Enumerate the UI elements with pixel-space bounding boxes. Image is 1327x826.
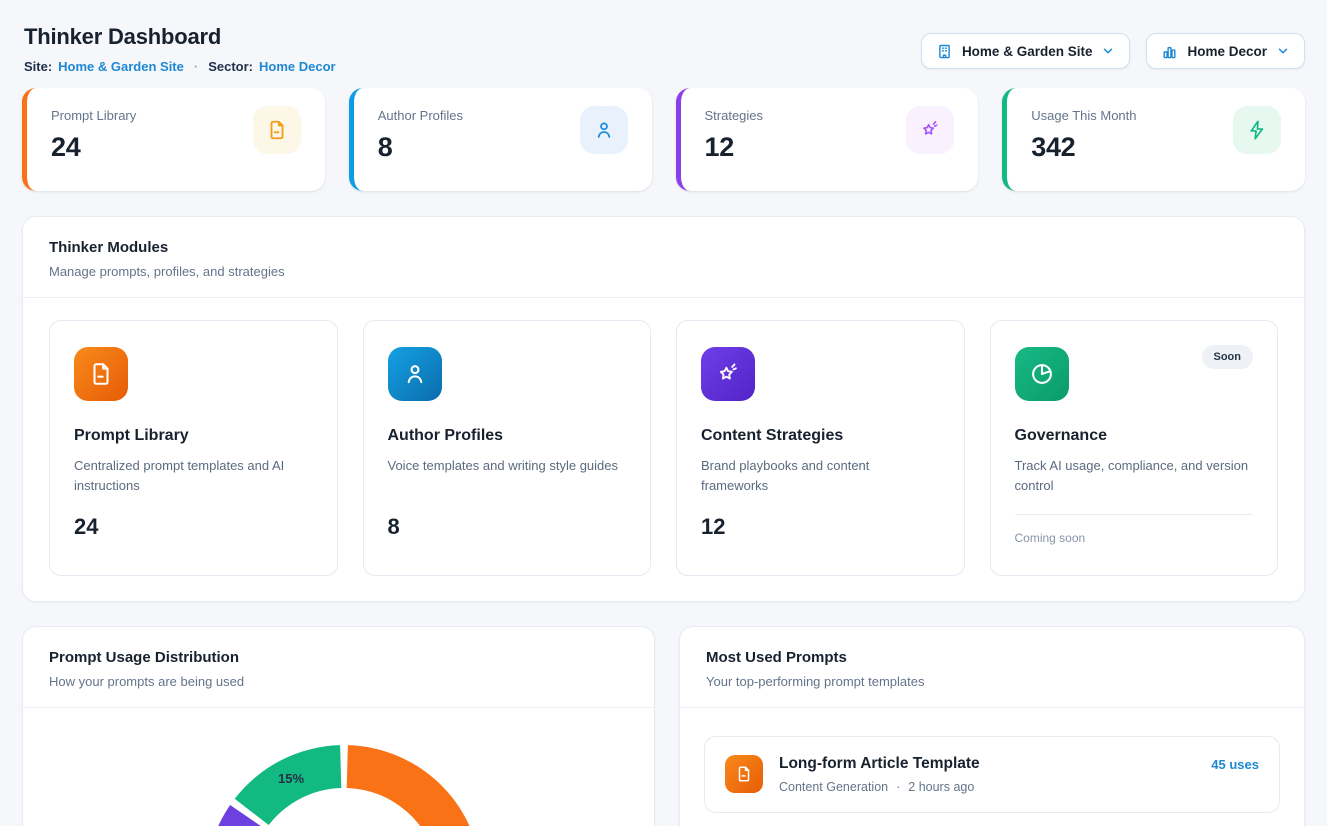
module-card-prompt-library[interactable]: Prompt Library Centralized prompt templa… bbox=[49, 320, 338, 576]
donut-chart: 45%25%15%15% bbox=[23, 730, 655, 826]
user-icon bbox=[388, 347, 442, 401]
module-description: Track AI usage, compliance, and version … bbox=[1015, 456, 1254, 496]
bar-chart-icon bbox=[1161, 43, 1178, 60]
stat-card-usage: Usage This Month 342 bbox=[1002, 88, 1305, 191]
bolt-icon bbox=[1233, 106, 1281, 154]
coming-soon-text: Coming soon bbox=[1015, 531, 1254, 545]
divider bbox=[1015, 514, 1254, 515]
site-selector-dropdown[interactable]: Home & Garden Site bbox=[921, 33, 1131, 69]
soon-badge: Soon bbox=[1202, 345, 1254, 369]
stat-label: Usage This Month bbox=[1031, 108, 1136, 123]
module-card-content-strategies[interactable]: Content Strategies Brand playbooks and c… bbox=[676, 320, 965, 576]
stats-row: Prompt Library 24 Author Profiles 8 Stra… bbox=[22, 88, 1305, 191]
star-sparkle-icon bbox=[701, 347, 755, 401]
module-count: 24 bbox=[74, 514, 313, 540]
stat-label: Prompt Library bbox=[51, 108, 136, 123]
stat-label: Author Profiles bbox=[378, 108, 463, 123]
prompt-usage-panel: Prompt Usage Distribution How your promp… bbox=[22, 626, 655, 826]
module-card-author-profiles[interactable]: Author Profiles Voice templates and writ… bbox=[363, 320, 652, 576]
page-title: Thinker Dashboard bbox=[24, 24, 336, 50]
thinker-modules-panel: Thinker Modules Manage prompts, profiles… bbox=[22, 216, 1305, 602]
title-block: Thinker Dashboard Site: Home & Garden Si… bbox=[22, 24, 336, 74]
user-icon bbox=[580, 106, 628, 154]
prompts-title: Most Used Prompts bbox=[706, 649, 1278, 666]
stat-value: 8 bbox=[378, 132, 463, 163]
chart-area: 45%25%15%15% bbox=[23, 708, 654, 826]
stat-card-author-profiles: Author Profiles 8 bbox=[349, 88, 652, 191]
prompts-subtitle: Your top-performing prompt templates bbox=[706, 674, 1278, 689]
uses-badge: 45 uses bbox=[1211, 757, 1259, 772]
chevron-down-icon bbox=[1101, 44, 1115, 58]
module-title: Governance bbox=[1015, 427, 1254, 445]
modules-subtitle: Manage prompts, profiles, and strategies bbox=[49, 264, 1278, 279]
prompt-title: Long-form Article Template bbox=[779, 755, 1195, 773]
usage-title: Prompt Usage Distribution bbox=[49, 649, 628, 666]
file-icon bbox=[74, 347, 128, 401]
dashboard-page: Thinker Dashboard Site: Home & Garden Si… bbox=[0, 0, 1327, 826]
stat-value: 24 bbox=[51, 132, 136, 163]
site-link[interactable]: Home & Garden Site bbox=[58, 59, 184, 74]
stat-value: 12 bbox=[705, 132, 764, 163]
module-card-governance[interactable]: Soon Governance Track AI usage, complian… bbox=[990, 320, 1279, 576]
file-icon bbox=[253, 106, 301, 154]
module-count: 12 bbox=[701, 514, 940, 540]
breadcrumb-separator: · bbox=[190, 59, 202, 74]
donut-slice-label: 15% bbox=[278, 771, 304, 786]
site-selector-label: Home & Garden Site bbox=[962, 44, 1093, 59]
module-description: Brand playbooks and content frameworks bbox=[701, 456, 940, 496]
module-description: Centralized prompt templates and AI inst… bbox=[74, 456, 313, 496]
sector-label: Sector: bbox=[208, 59, 253, 74]
bottom-row: Prompt Usage Distribution How your promp… bbox=[22, 626, 1305, 826]
prompt-time: 2 hours ago bbox=[908, 780, 974, 794]
module-title: Content Strategies bbox=[701, 427, 940, 445]
building-icon bbox=[936, 43, 953, 60]
module-title: Author Profiles bbox=[388, 427, 627, 445]
meta-separator: · bbox=[896, 780, 900, 794]
usage-subtitle: How your prompts are being used bbox=[49, 674, 628, 689]
sector-selector-label: Home Decor bbox=[1187, 44, 1267, 59]
module-description: Voice templates and writing style guides bbox=[388, 456, 627, 496]
stat-label: Strategies bbox=[705, 108, 764, 123]
stat-card-strategies: Strategies 12 bbox=[676, 88, 979, 191]
sector-selector-dropdown[interactable]: Home Decor bbox=[1146, 33, 1305, 69]
topbar: Thinker Dashboard Site: Home & Garden Si… bbox=[22, 0, 1305, 74]
pie-chart-icon bbox=[1015, 347, 1069, 401]
module-count: 8 bbox=[388, 514, 627, 540]
module-title: Prompt Library bbox=[74, 427, 313, 445]
topbar-actions: Home & Garden Site Home Decor bbox=[921, 33, 1305, 69]
most-used-prompts-panel: Most Used Prompts Your top-performing pr… bbox=[679, 626, 1305, 826]
stat-value: 342 bbox=[1031, 132, 1136, 163]
modules-title: Thinker Modules bbox=[49, 239, 1278, 256]
prompt-category: Content Generation bbox=[779, 780, 888, 794]
site-label: Site: bbox=[24, 59, 52, 74]
stat-card-prompt-library: Prompt Library 24 bbox=[22, 88, 325, 191]
sector-link[interactable]: Home Decor bbox=[259, 59, 336, 74]
star-sparkle-icon bbox=[906, 106, 954, 154]
prompt-list-item[interactable]: Long-form Article Template Content Gener… bbox=[704, 736, 1280, 813]
breadcrumb: Site: Home & Garden Site · Sector: Home … bbox=[24, 59, 336, 74]
donut-slice-orange bbox=[347, 745, 482, 826]
chevron-down-icon bbox=[1276, 44, 1290, 58]
file-icon bbox=[725, 755, 763, 793]
